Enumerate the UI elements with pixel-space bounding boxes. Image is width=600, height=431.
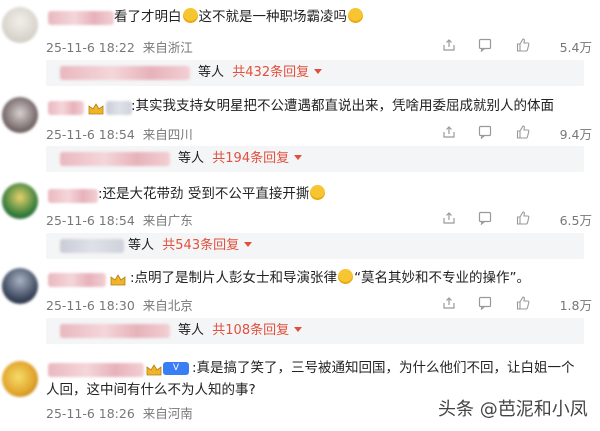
- comment-location: 来自河南: [142, 406, 193, 421]
- like-count: 1.8万: [559, 298, 592, 313]
- username-blurred[interactable]: [48, 189, 98, 203]
- share-icon[interactable]: [442, 38, 456, 52]
- avatar[interactable]: [2, 97, 38, 133]
- chevron-down-icon: [294, 155, 303, 160]
- emoji-icon: [310, 185, 326, 200]
- username-blurred[interactable]: [48, 273, 106, 287]
- comment-meta: 25-11-6 18:54 来自四川: [46, 124, 193, 143]
- emoji-icon: [182, 8, 198, 23]
- username-blurred: [106, 101, 132, 115]
- avatar[interactable]: [2, 361, 38, 397]
- watermark-at: @: [479, 399, 498, 420]
- like-count: 5.4万: [559, 40, 592, 55]
- comment-location: 来自广东: [142, 213, 193, 228]
- reply-summary[interactable]: 等人 共432条回复: [46, 60, 584, 86]
- reply-text[interactable]: 等人 共194条回复: [178, 149, 303, 169]
- watermark-name: 芭泥和小凤: [497, 399, 588, 420]
- like-count: 9.4万: [559, 127, 592, 142]
- reply-username-blurred: [60, 152, 170, 166]
- comment-actions: 9.4万: [442, 125, 592, 142]
- comment-actions: 1.8万: [442, 296, 592, 313]
- comment-text: :其实我支持女明星把不公遭遇都直说出来，凭啥用委屈成就别人的体面: [131, 98, 555, 114]
- avatar[interactable]: [2, 183, 38, 219]
- comment-icon[interactable]: [478, 125, 492, 139]
- comment-icon[interactable]: [478, 296, 492, 310]
- comment-meta: 25-11-6 18:30 来自北京: [46, 295, 193, 314]
- reply-count: 共194条回复: [212, 151, 290, 166]
- reply-summary[interactable]: 等人 共108条回复: [46, 318, 584, 344]
- watermark: 头条 @芭泥和小凤: [438, 395, 588, 421]
- reply-count: 共543条回复: [162, 238, 240, 253]
- comment-actions: 5.4万: [442, 38, 592, 55]
- comment-time: 25-11-6 18:22: [46, 40, 135, 55]
- comment-location: 来自四川: [142, 127, 193, 142]
- watermark-source: 头条: [438, 399, 474, 420]
- chevron-down-icon: [314, 69, 323, 74]
- comment-actions: 6.5万: [442, 211, 592, 228]
- like-count: 6.5万: [559, 213, 592, 228]
- emoji-icon: [348, 8, 363, 23]
- reply-username-blurred: [60, 324, 170, 338]
- reply-count: 共108条回复: [212, 323, 290, 338]
- comment-time: 25-11-6 18:30: [46, 298, 135, 313]
- reply-summary[interactable]: 等人 共543条回复: [46, 233, 584, 259]
- chevron-down-icon: [244, 242, 253, 247]
- comment-text: :还是大花带劲 受到不公平直接开撕: [98, 183, 326, 205]
- avatar[interactable]: [2, 268, 38, 304]
- reply-text[interactable]: 等人 共108条回复: [178, 321, 303, 341]
- reply-text[interactable]: 等人 共543条回复: [128, 236, 253, 256]
- comment-location: 来自浙江: [142, 40, 193, 55]
- comment-time: 25-11-6 18:54: [46, 213, 135, 228]
- like-icon[interactable]: [516, 211, 530, 225]
- reply-summary[interactable]: 等人 共194条回复: [46, 146, 584, 172]
- crown-icon: [110, 272, 126, 286]
- username-blurred[interactable]: [48, 11, 114, 25]
- chevron-down-icon: [294, 327, 303, 332]
- comment-icon[interactable]: [478, 211, 492, 225]
- avatar[interactable]: [2, 7, 38, 43]
- comment-icon[interactable]: [478, 38, 492, 52]
- reply-username-blurred: [60, 239, 124, 253]
- comment-text: 看了才明白 这不就是一种职场霸凌吗: [114, 6, 364, 28]
- share-icon[interactable]: [442, 296, 456, 310]
- like-icon[interactable]: [516, 38, 530, 52]
- comment-meta: 25-11-6 18:26 来自河南: [46, 403, 193, 422]
- reply-count: 共432条回复: [232, 65, 310, 80]
- crown-icon: [88, 101, 104, 115]
- comment-meta: 25-11-6 18:54 来自广东: [46, 210, 193, 229]
- like-icon[interactable]: [516, 125, 530, 139]
- comment-time: 25-11-6 18:54: [46, 127, 135, 142]
- like-icon[interactable]: [516, 296, 530, 310]
- comment-meta: 25-11-6 18:22 来自浙江: [46, 37, 193, 56]
- comment-time: 25-11-6 18:26: [46, 406, 135, 421]
- emoji-icon: [338, 269, 354, 284]
- comment-text: :点明了是制片人彭女士和导演张律 “莫名其妙和不专业的操作”。: [130, 269, 531, 286]
- reply-username-blurred: [60, 66, 190, 80]
- reply-text[interactable]: 等人 共432条回复: [198, 63, 323, 83]
- share-icon[interactable]: [442, 211, 456, 225]
- comment-location: 来自北京: [142, 298, 193, 313]
- share-icon[interactable]: [442, 125, 456, 139]
- username-blurred[interactable]: [48, 101, 84, 115]
